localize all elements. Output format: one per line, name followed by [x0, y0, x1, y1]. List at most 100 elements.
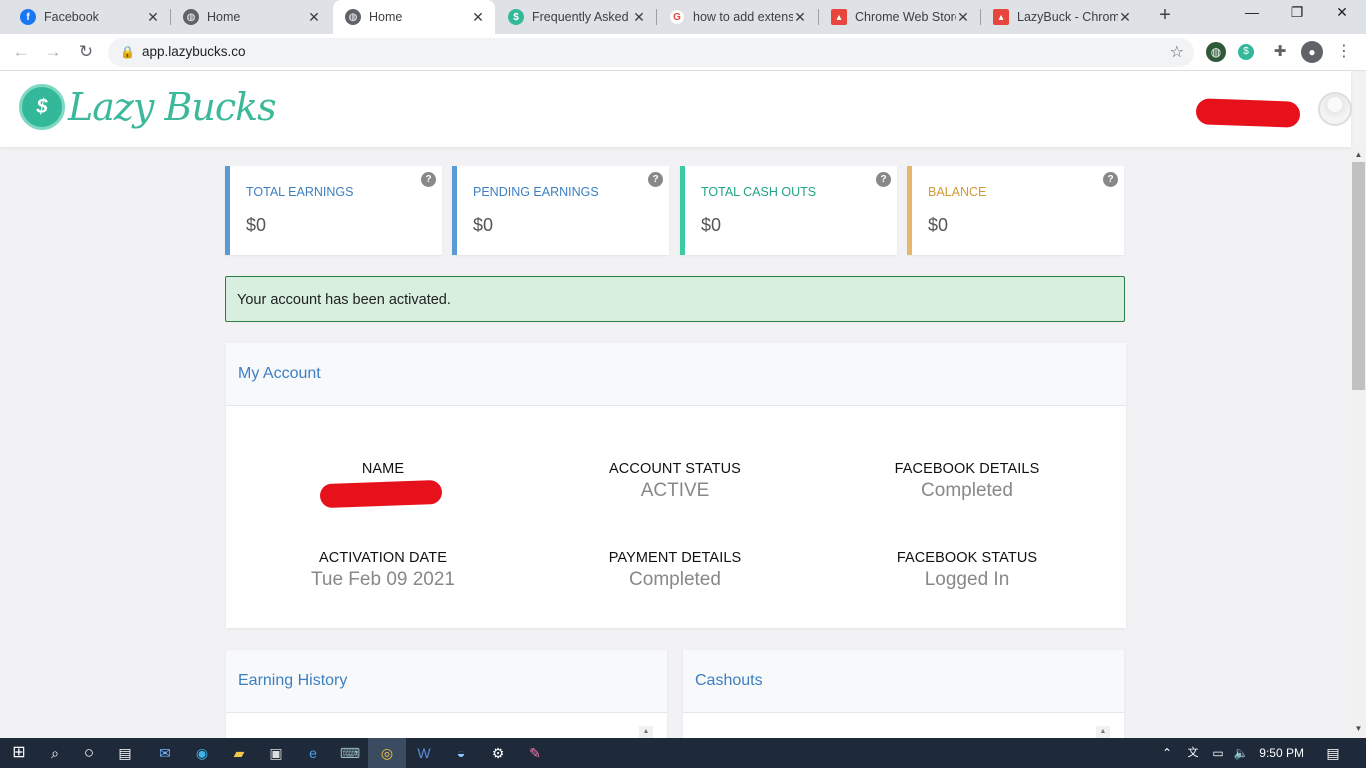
close-window-button[interactable]: ✕ [1322, 4, 1362, 28]
stat-card-total-cash-outs: TOTAL CASH OUTS $0 ? [680, 166, 897, 255]
account-activated-alert: Your account has been activated. [225, 276, 1125, 322]
help-icon[interactable]: ? [876, 172, 891, 187]
language-icon[interactable]: 文 [1182, 742, 1204, 764]
stat-label: BALANCE [928, 185, 987, 199]
close-icon[interactable]: ✕ [471, 9, 485, 26]
tab-home[interactable]: ◍ Home ✕ [171, 0, 331, 34]
notifications-icon[interactable]: ▤ [1322, 742, 1344, 764]
close-icon[interactable]: ✕ [956, 9, 970, 26]
scroll-down-arrow-icon[interactable]: ▼ [1351, 722, 1366, 736]
webstore-icon: ▴ [993, 9, 1009, 25]
close-icon[interactable]: ✕ [307, 9, 321, 26]
tab-title: Frequently Asked [532, 10, 629, 24]
scroll-up-arrow-icon[interactable]: ▲ [1096, 726, 1110, 738]
extension-globe-icon[interactable]: ◍ [1206, 42, 1226, 62]
redacted-username [1195, 98, 1301, 128]
tab-google-search[interactable]: G how to add extens ✕ [657, 0, 817, 34]
close-icon[interactable]: ✕ [632, 9, 646, 26]
site-logo-text[interactable]: Lazy Bucks [68, 85, 277, 129]
field-payment-details: PAYMENT DETAILS Completed [525, 550, 825, 591]
field-label: FACEBOOK STATUS [896, 550, 1038, 566]
lazybucks-logo-icon[interactable]: $ [19, 84, 65, 130]
facebook-icon: f [20, 9, 36, 25]
store-icon[interactable]: ▣ [265, 742, 287, 764]
windows-taskbar: ⊞ ⌕ ○ ▤ ✉ ◉ ▰ ▣ e ⌨ ◎ W ◒ ⚙ ✎ ⌃ 文 ▭ 🔈 9:… [0, 738, 1366, 768]
tab-facebook[interactable]: f Facebook ✕ [8, 0, 170, 34]
chrome-icon[interactable]: ◎ [376, 742, 398, 764]
field-label: NAME [361, 461, 405, 477]
new-tab-button[interactable]: + [1154, 4, 1176, 28]
lock-icon: 🔒 [120, 45, 135, 59]
stat-label: TOTAL CASH OUTS [701, 185, 817, 199]
tab-lazybuck-extension[interactable]: ▴ LazyBuck - Chrom ✕ [981, 0, 1142, 34]
chevron-up-icon[interactable]: ⌃ [1156, 742, 1178, 764]
tab-title: LazyBuck - Chrom [1017, 10, 1118, 24]
panel-header: My Account [226, 343, 1126, 406]
word-icon[interactable]: W [413, 742, 435, 764]
field-label: ACTIVATION DATE [319, 550, 447, 566]
lazybucks-extension-icon[interactable]: $ [1238, 44, 1254, 60]
field-account-status: ACCOUNT STATUS ACTIVE [525, 461, 825, 502]
close-icon[interactable]: ✕ [793, 9, 807, 26]
user-avatar[interactable] [1318, 92, 1352, 126]
minimize-button[interactable]: — [1232, 4, 1272, 28]
browser-tab-strip: f Facebook ✕ ◍ Home ✕ ◍ Home ✕ $ Frequen… [0, 0, 1366, 34]
reload-button[interactable]: ↻ [73, 40, 99, 66]
extensions-puzzle-icon[interactable]: ✚ [1270, 42, 1290, 62]
tab-faq[interactable]: $ Frequently Asked ✕ [496, 0, 656, 34]
stat-value: $0 [246, 215, 267, 235]
clock-time[interactable]: 9:50 PM [1259, 746, 1304, 760]
keyboard-app-icon[interactable]: ⌨ [339, 742, 361, 764]
close-icon[interactable]: ✕ [1118, 9, 1132, 26]
tab-title: Home [207, 10, 241, 24]
profile-icon[interactable]: ● [1301, 41, 1323, 63]
tab-chrome-web-store[interactable]: ▴ Chrome Web Store ✕ [819, 0, 980, 34]
lazybucks-icon: $ [508, 9, 524, 25]
mail-icon[interactable]: ✉ [154, 742, 176, 764]
restore-button[interactable]: ❐ [1277, 4, 1317, 28]
tab-home-active[interactable]: ◍ Home ✕ [333, 0, 495, 34]
field-facebook-details: FACEBOOK DETAILS Completed [817, 461, 1117, 502]
field-label: ACCOUNT STATUS [609, 461, 741, 477]
stat-value: $0 [473, 215, 494, 235]
search-icon[interactable]: ⌕ [44, 742, 66, 764]
back-button[interactable]: ← [8, 40, 34, 66]
panel-title: Earning History [238, 672, 348, 689]
field-value: Completed [629, 569, 721, 590]
volume-icon[interactable]: 🔈 [1230, 742, 1252, 764]
windows-start-icon[interactable]: ⊞ [8, 742, 30, 764]
forward-button[interactable]: → [40, 40, 66, 66]
scrollbar-thumb[interactable] [1352, 162, 1365, 390]
address-bar[interactable]: 🔒 app.lazybucks.co ☆ [108, 38, 1194, 67]
internet-explorer-icon[interactable]: e [302, 742, 324, 764]
network-icon[interactable]: ▭ [1207, 742, 1229, 764]
field-value: Completed [921, 480, 1013, 501]
bookmark-star-icon[interactable]: ☆ [1170, 42, 1184, 62]
app-icon[interactable]: ◒ [450, 742, 472, 764]
scroll-up-arrow-icon[interactable]: ▲ [639, 726, 653, 738]
menu-kebab-icon[interactable]: ⋮ [1334, 42, 1354, 62]
file-explorer-icon[interactable]: ▰ [228, 742, 250, 764]
help-icon[interactable]: ? [648, 172, 663, 187]
scroll-up-arrow-icon[interactable]: ▲ [1351, 148, 1366, 162]
edge-icon[interactable]: ◉ [191, 742, 213, 764]
field-value: Tue Feb 09 2021 [310, 569, 455, 590]
paint-icon[interactable]: ✎ [524, 742, 546, 764]
stat-value: $0 [928, 215, 949, 235]
cortana-icon[interactable]: ○ [78, 742, 100, 764]
settings-icon[interactable]: ⚙ [487, 742, 509, 764]
stat-value: $0 [701, 215, 722, 235]
webstore-icon: ▴ [831, 9, 847, 25]
tab-title: Home [369, 10, 403, 24]
field-value: Logged In [924, 569, 1010, 590]
field-name: NAME [233, 461, 533, 477]
tab-title: how to add extens [693, 10, 793, 24]
help-icon[interactable]: ? [1103, 172, 1118, 187]
globe-icon: ◍ [183, 9, 199, 25]
panel-title: My Account [238, 365, 321, 382]
task-view-icon[interactable]: ▤ [114, 742, 136, 764]
close-icon[interactable]: ✕ [146, 9, 160, 26]
help-icon[interactable]: ? [421, 172, 436, 187]
panel-header: Cashouts [683, 650, 1124, 713]
panel-title: Cashouts [695, 672, 763, 689]
